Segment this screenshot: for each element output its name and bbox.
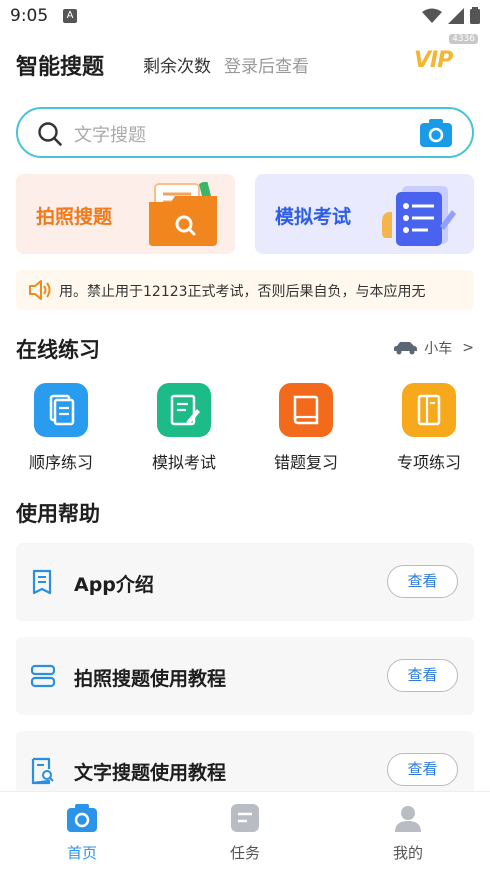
nav-profile-label: 我的 xyxy=(392,844,423,862)
car-icon xyxy=(394,342,418,355)
tutorial-stack-icon xyxy=(30,664,56,688)
signal-icon xyxy=(448,7,464,24)
wrong-review-icon xyxy=(279,383,333,437)
user-icon xyxy=(395,806,421,832)
document-icon xyxy=(32,569,52,595)
photo-search-label: 拍照搜题 xyxy=(36,206,113,228)
nav-home[interactable]: 首页 xyxy=(22,804,142,863)
remaining-count-label: 剩余次数 xyxy=(143,57,211,77)
battery-icon xyxy=(470,7,480,24)
search-icon xyxy=(38,122,62,146)
nav-home-label: 首页 xyxy=(66,844,97,862)
special-practice-icon xyxy=(402,383,456,437)
help-item-app-intro[interactable]: App介绍 查看 xyxy=(16,543,474,621)
notice-banner: 用。禁止用于12123正式考试，否则后果自负，与本应用无 xyxy=(16,270,474,310)
special-practice-label: 专项练习 xyxy=(396,453,461,472)
view-button[interactable]: 查看 xyxy=(387,753,458,786)
sequential-practice-icon xyxy=(34,383,88,437)
status-icons xyxy=(422,7,480,24)
help-item-label: 拍照搜题使用教程 xyxy=(74,668,227,690)
view-button[interactable]: 查看 xyxy=(387,659,458,692)
camera-icon[interactable] xyxy=(420,119,452,147)
help-item-label: App介绍 xyxy=(74,574,154,596)
status-time: 9:05 xyxy=(10,6,49,26)
page-title: 智能搜题 xyxy=(16,55,105,80)
sequential-practice-label: 顺序练习 xyxy=(28,453,93,472)
mock-exam-item-label: 模拟考试 xyxy=(151,453,216,472)
notice-text: 用。禁止用于12123正式考试，否则后果自负，与本应用无 xyxy=(59,284,426,300)
home-camera-icon xyxy=(67,804,97,832)
mock-exam-item[interactable]: 模拟考试 xyxy=(129,383,239,473)
exam-paper-icon xyxy=(382,186,456,246)
nav-profile[interactable]: 我的 xyxy=(348,804,468,863)
status-bar: 9:05 A xyxy=(0,0,490,34)
notification-icon: A xyxy=(63,9,77,23)
search-placeholder: 文字搜题 xyxy=(74,125,146,146)
search-input[interactable]: 文字搜题 xyxy=(16,107,474,158)
vip-button[interactable]: 4336 VIP xyxy=(412,34,478,78)
bottom-nav: 首页 任务 我的 xyxy=(0,791,490,872)
special-practice-item[interactable]: 专项练习 xyxy=(374,383,484,473)
mock-exam-label: 模拟考试 xyxy=(275,206,352,228)
wrong-review-item[interactable]: 错题复习 xyxy=(251,383,361,473)
practice-section-title: 在线练习 xyxy=(16,338,100,362)
wrong-review-label: 错题复习 xyxy=(273,453,338,472)
nav-tasks[interactable]: 任务 xyxy=(185,804,305,863)
speaker-icon xyxy=(29,280,51,300)
folder-search-icon xyxy=(149,182,217,246)
task-icon xyxy=(231,804,259,832)
wifi-icon xyxy=(422,8,442,23)
header: 智能搜题 剩余次数 登录后查看 4336 VIP xyxy=(0,34,490,94)
login-hint-link[interactable]: 登录后查看 xyxy=(224,52,309,77)
mock-exam-card[interactable]: 模拟考试 xyxy=(255,174,474,254)
help-section-title: 使用帮助 xyxy=(16,502,100,526)
car-type-selector[interactable]: 小车 > xyxy=(392,338,474,358)
view-button[interactable]: 查看 xyxy=(387,565,458,598)
help-item-label: 文字搜题使用教程 xyxy=(74,762,227,784)
mock-exam-icon xyxy=(157,383,211,437)
nav-tasks-label: 任务 xyxy=(229,844,260,862)
help-item-photo-tutorial[interactable]: 拍照搜题使用教程 查看 xyxy=(16,637,474,715)
chevron-right-icon: > xyxy=(462,340,474,356)
sequential-practice-item[interactable]: 顺序练习 xyxy=(6,383,116,473)
vip-label: VIP xyxy=(414,48,453,73)
vip-badge: 4336 xyxy=(449,34,478,44)
photo-search-card[interactable]: 拍照搜题 xyxy=(16,174,235,254)
car-type-label: 小车 xyxy=(424,341,453,357)
document-search-icon xyxy=(31,757,54,785)
